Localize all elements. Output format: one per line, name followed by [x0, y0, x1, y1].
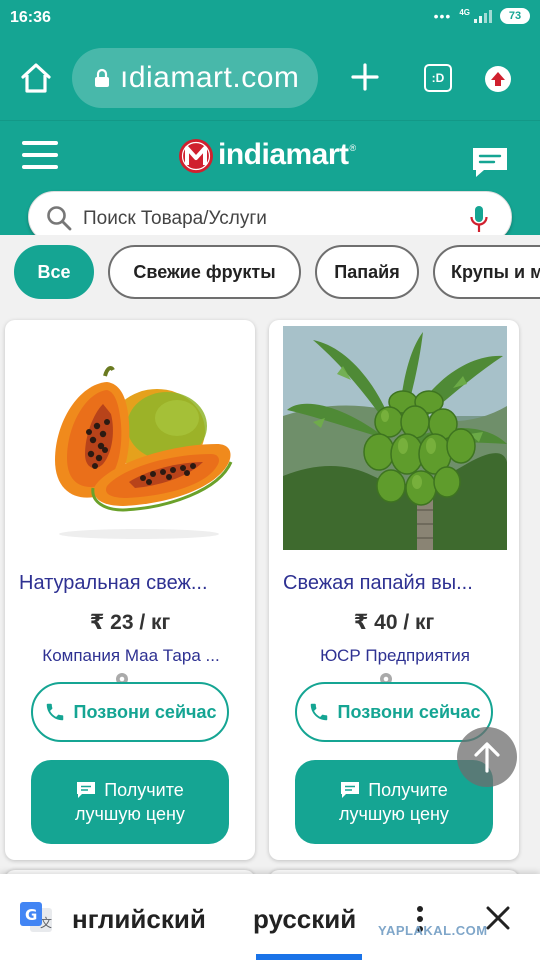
- get-best-price-button[interactable]: Получите лучшую цену: [31, 760, 229, 844]
- chip-all[interactable]: Все: [14, 245, 94, 299]
- product-image-papaya-tree[interactable]: [283, 326, 507, 550]
- call-now-label: Позвони сейчас: [337, 701, 481, 722]
- status-time: 16:36: [10, 9, 51, 26]
- microphone-icon[interactable]: [469, 204, 489, 234]
- chip-cereals[interactable]: Крупы и м: [433, 245, 540, 299]
- search-placeholder: Поиск Товара/Услуги: [83, 208, 267, 229]
- product-price: ₹ 23 / кг: [89, 611, 171, 634]
- product-title[interactable]: Натуральная свеж...: [19, 572, 247, 595]
- best-price-label-line1: Получите: [104, 780, 184, 800]
- google-translate-icon: 文 G: [20, 902, 52, 932]
- address-bar[interactable]: ıdiamart.com: [72, 48, 318, 108]
- svg-text:G: G: [25, 906, 37, 924]
- update-icon[interactable]: [485, 66, 511, 92]
- logo-registered-mark: ®: [349, 143, 357, 153]
- arrow-up-icon: [474, 742, 500, 773]
- product-card[interactable]: Натуральная свеж... ₹ 23 / кг Компания М…: [5, 320, 255, 860]
- lock-icon: [95, 68, 109, 87]
- product-price: ₹ 40 / кг: [353, 611, 435, 634]
- target-language-tab[interactable]: русский: [253, 904, 356, 935]
- url-text: ıdiamart.com: [120, 61, 300, 94]
- source-language-label: нглийский: [72, 904, 206, 934]
- product-image-papaya-cut[interactable]: [19, 326, 243, 550]
- call-now-button[interactable]: Позвони сейчас: [295, 682, 493, 742]
- menu-icon[interactable]: [22, 141, 58, 169]
- message-icon: [77, 782, 96, 798]
- tab-switcher-button[interactable]: :D: [424, 64, 452, 92]
- chip-papaya[interactable]: Папайя: [315, 245, 419, 299]
- notification-dots-icon: •••: [433, 8, 452, 24]
- best-price-label-line1: Получите: [368, 780, 448, 800]
- logo-mark-icon: [179, 139, 213, 173]
- active-language-indicator: [256, 954, 362, 960]
- best-price-label-line2: лучшую цену: [75, 804, 185, 824]
- source-language-tab[interactable]: нглийский: [62, 904, 222, 935]
- chat-icon[interactable]: [470, 145, 510, 179]
- status-bar: 16:36 ••• 4G 73: [0, 0, 540, 36]
- best-price-label-line2: лучшую цену: [339, 804, 449, 824]
- logo-text: indiamart: [218, 138, 349, 171]
- scroll-to-top-button[interactable]: [457, 727, 517, 787]
- translate-bar: 文 G нглийский русский: [0, 874, 540, 960]
- search-icon: [47, 206, 72, 231]
- call-now-button[interactable]: Позвони сейчас: [31, 682, 229, 742]
- supplier-name[interactable]: Компания Маа Тара ...: [15, 646, 247, 666]
- product-title[interactable]: Свежая папайя вы...: [283, 572, 511, 595]
- watermark: YAPLAKAL.COM: [378, 923, 488, 938]
- network-type: 4G: [459, 7, 470, 17]
- new-tab-icon[interactable]: [350, 62, 380, 92]
- call-now-label: Позвони сейчас: [73, 701, 217, 722]
- home-icon[interactable]: [18, 60, 54, 96]
- status-icons: ••• 4G 73: [434, 8, 530, 24]
- category-chips: Все Свежие фрукты Папайя Крупы и м: [0, 235, 540, 310]
- browser-toolbar: ıdiamart.com :D: [0, 36, 540, 120]
- supplier-name[interactable]: ЮСР Предприятия: [279, 646, 511, 666]
- site-header: indiamart ® Поиск Товара/Услуги: [0, 120, 540, 243]
- close-icon[interactable]: [484, 904, 512, 932]
- message-icon: [341, 782, 360, 798]
- arrow-up-icon: [491, 72, 505, 86]
- battery-icon: 73: [500, 8, 530, 24]
- indiamart-logo[interactable]: indiamart ®: [176, 135, 356, 175]
- chip-fresh-fruits[interactable]: Свежие фрукты: [108, 245, 301, 299]
- signal-icon: [474, 9, 492, 23]
- phone-icon: [310, 703, 327, 721]
- phone-icon: [46, 703, 63, 721]
